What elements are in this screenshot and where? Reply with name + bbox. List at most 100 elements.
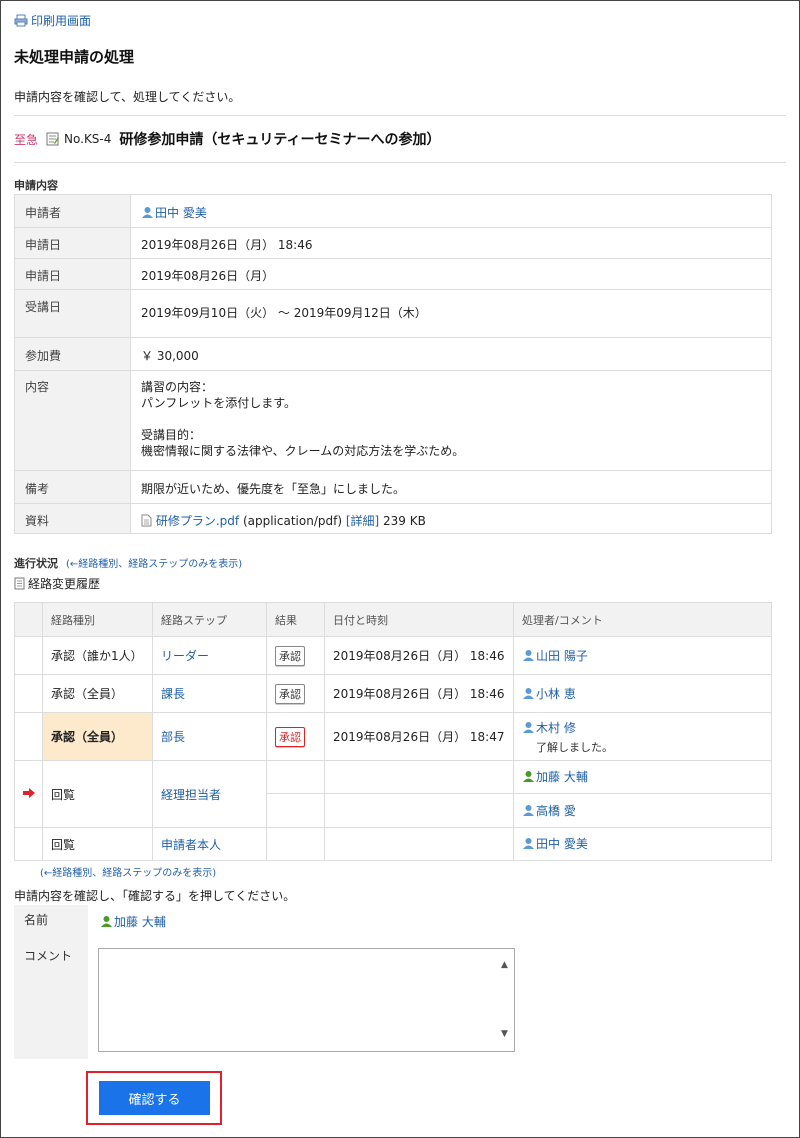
user-icon <box>523 804 534 816</box>
request-details-table: 申請者 田中 愛美 申請日 2019年08月26日（月） 18:46 申請日 2… <box>14 194 772 534</box>
toggle-route-view-link[interactable]: (←経路種別、経路ステップのみを表示) <box>66 555 242 570</box>
name-user-link[interactable]: 加藤 大輔 <box>100 913 166 930</box>
detail-value: 2019年08月26日（月） 18:46 <box>130 227 772 259</box>
detail-row: 申請日 2019年08月26日（月） <box>14 258 772 290</box>
result-badge: 承認 <box>275 645 305 666</box>
table-row: 回覧 申請者本人 田中 愛美 <box>14 827 772 861</box>
user-icon <box>142 207 153 218</box>
table-row: 承認（全員） 課長 承認 2019年08月26日（月） 18:46 小林 恵 <box>14 674 772 713</box>
user-icon <box>523 838 534 849</box>
toggle-route-view-link-bottom[interactable]: (←経路種別、経路ステップのみを表示) <box>40 864 216 879</box>
route-progress-table: 経路種別 経路ステップ 結果 日付と時刻 処理者/コメント 承認（誰か1人） リ… <box>14 602 772 861</box>
detail-row: 受講日 2019年09月10日（火） ～ 2019年09月12日（木） <box>14 289 772 338</box>
page-instruction: 申請内容を確認して、処理してください。 <box>14 90 241 104</box>
details-section-label: 申請内容 <box>14 179 58 192</box>
column-header-user: 処理者/コメント <box>513 602 772 637</box>
attachment-file-link[interactable]: 研修プラン.pdf <box>156 514 239 528</box>
scroll-up-icon[interactable]: ▲ <box>501 960 508 970</box>
detail-label: 申請者 <box>14 194 131 228</box>
attachment-mime: (application/pdf) <box>242 514 342 528</box>
comment-textarea[interactable] <box>98 948 515 1052</box>
processor-comment: 了解しました。 <box>536 740 613 754</box>
current-user-icon <box>523 771 534 782</box>
detail-value: 2019年09月10日（火） ～ 2019年09月12日（木） <box>130 289 772 338</box>
column-header-arrow <box>14 602 43 637</box>
progress-label: 進行状況 <box>14 557 58 570</box>
content-line: 受講目的： <box>141 428 202 442</box>
result-badge: 承認 <box>275 683 305 704</box>
route-step-link[interactable]: 課長 <box>161 687 185 701</box>
detail-label: 資料 <box>14 503 131 534</box>
user-icon <box>523 649 534 661</box>
request-number: No.KS-4 <box>64 132 112 146</box>
history-document-icon <box>14 577 25 590</box>
detail-row: 申請日 2019年08月26日（月） 18:46 <box>14 227 772 259</box>
divider <box>14 115 786 116</box>
print-view-link[interactable]: 印刷用画面 <box>14 12 91 29</box>
scroll-down-icon[interactable]: ▼ <box>501 1029 508 1039</box>
route-history-label: 経路変更履歴 <box>28 577 101 591</box>
route-history-link[interactable]: 経路変更履歴 <box>14 575 100 592</box>
request-title-row: 至急 No.KS-4 研修参加申請（セキュリティーセミナーへの参加） <box>14 129 441 149</box>
detail-value: 期限が近いため、優先度を「至急」にしました。 <box>130 470 772 504</box>
content-line: 講習の内容： <box>141 380 214 394</box>
current-step-arrow-icon <box>22 787 35 798</box>
confirm-button[interactable]: 確認する <box>99 1081 210 1115</box>
attachment-detail-link[interactable]: [詳細] <box>346 514 379 528</box>
route-type: 回覧 <box>42 827 153 861</box>
route-step-link[interactable]: 経理担当者 <box>161 788 221 802</box>
column-header-datetime: 日付と時刻 <box>324 602 514 637</box>
detail-row: 申請者 田中 愛美 <box>14 194 772 228</box>
name-label: 名前 <box>24 913 49 927</box>
processor-name: 小林 恵 <box>536 686 576 701</box>
processor-user-link[interactable]: 山田 陽子 <box>522 647 588 664</box>
priority-label: 至急 <box>14 132 39 147</box>
content-line <box>141 411 761 427</box>
route-step-link[interactable]: 部長 <box>161 730 185 744</box>
route-type: 承認（誰か1人） <box>42 636 153 675</box>
content-line: 機密情報に関する法律や、クレームの対応方法を学ぶため。 <box>141 444 465 458</box>
processor-user-link[interactable]: 田中 愛美 <box>522 835 588 852</box>
detail-label: 受講日 <box>14 289 131 338</box>
submit-highlight: 確認する <box>86 1071 222 1125</box>
column-header-step: 経路ステップ <box>152 602 267 637</box>
divider <box>14 162 786 163</box>
detail-row: 内容 講習の内容： パンフレットを添付します。 受講目的： 機密情報に関する法律… <box>14 370 772 471</box>
detail-row: 備考 期限が近いため、優先度を「至急」にしました。 <box>14 470 772 504</box>
processor-name: 山田 陽子 <box>536 648 588 663</box>
table-header-row: 経路種別 経路ステップ 結果 日付と時刻 処理者/コメント <box>14 602 772 637</box>
table-row: 回覧 経理担当者 加藤 大輔 <box>14 760 772 828</box>
route-type: 承認（全員） <box>42 712 153 761</box>
route-datetime: 2019年08月26日（月） 18:47 <box>324 712 514 761</box>
processor-user-link[interactable]: 木村 修 <box>522 719 576 736</box>
detail-value: 2019年08月26日（月） <box>130 258 772 290</box>
applicant-user-link[interactable]: 田中 愛美 <box>141 204 207 221</box>
detail-row: 参加費 ￥ 30,000 <box>14 337 772 371</box>
user-icon <box>523 721 534 733</box>
detail-row: 資料 研修プラン.pdf (application/pdf) [詳細] 239 … <box>14 503 772 534</box>
confirm-instruction: 申請内容を確認し、「確認する」を押してください。 <box>14 889 296 903</box>
applicant-name: 田中 愛美 <box>155 206 207 220</box>
processor-user-link[interactable]: 小林 恵 <box>522 685 576 702</box>
column-header-result: 結果 <box>266 602 325 637</box>
route-datetime: 2019年08月26日（月） 18:46 <box>324 674 514 713</box>
page-title: 未処理申請の処理 <box>14 48 135 66</box>
processor-user-link[interactable]: 高橋 愛 <box>522 802 576 819</box>
processor-name: 田中 愛美 <box>536 837 588 851</box>
detail-label: 申請日 <box>14 258 131 290</box>
processor-name: 加藤 大輔 <box>536 770 588 784</box>
route-step-link[interactable]: リーダー <box>161 649 209 663</box>
detail-label: 備考 <box>14 470 131 504</box>
document-icon <box>141 514 152 527</box>
processor-name: 木村 修 <box>536 720 576 735</box>
detail-label: 申請日 <box>14 227 131 259</box>
result-badge: 承認 <box>275 726 305 747</box>
processor-name: 高橋 愛 <box>536 803 576 818</box>
printer-icon <box>14 14 28 27</box>
progress-header: 進行状況 (←経路種別、経路ステップのみを表示) <box>14 555 242 571</box>
route-step-link[interactable]: 申請者本人 <box>161 838 221 852</box>
form-icon <box>46 132 60 146</box>
table-row: 承認（全員） 部長 承認 2019年08月26日（月） 18:47 木村 修 了… <box>14 712 772 761</box>
user-icon <box>523 687 534 699</box>
processor-user-link[interactable]: 加藤 大輔 <box>522 768 588 785</box>
